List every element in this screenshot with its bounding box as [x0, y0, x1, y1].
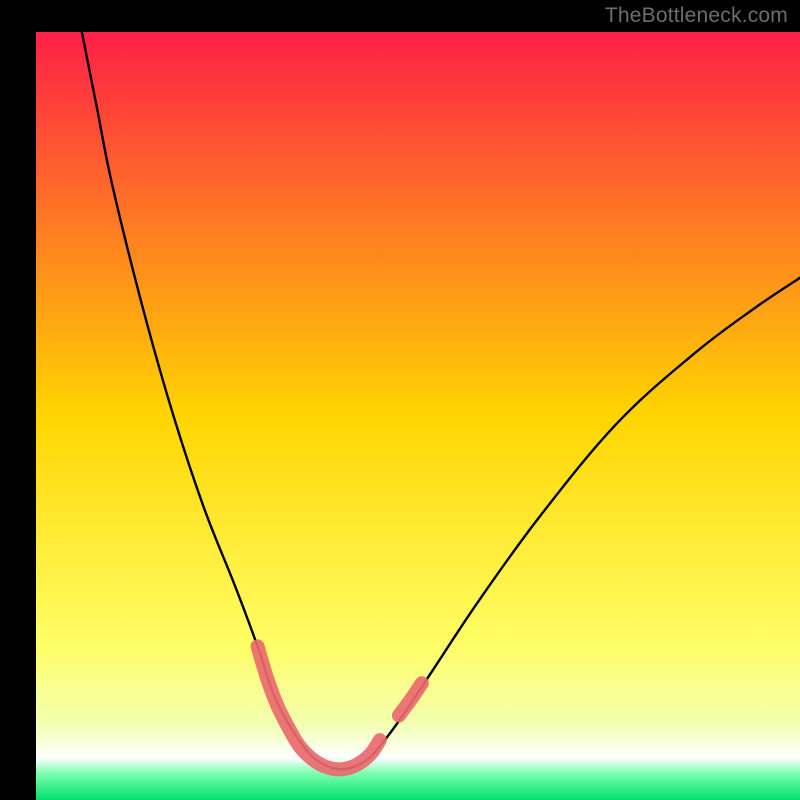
bottleneck-chart — [0, 0, 800, 800]
watermark-text: TheBottleneck.com — [605, 4, 788, 28]
chart-stage: TheBottleneck.com — [0, 0, 800, 800]
